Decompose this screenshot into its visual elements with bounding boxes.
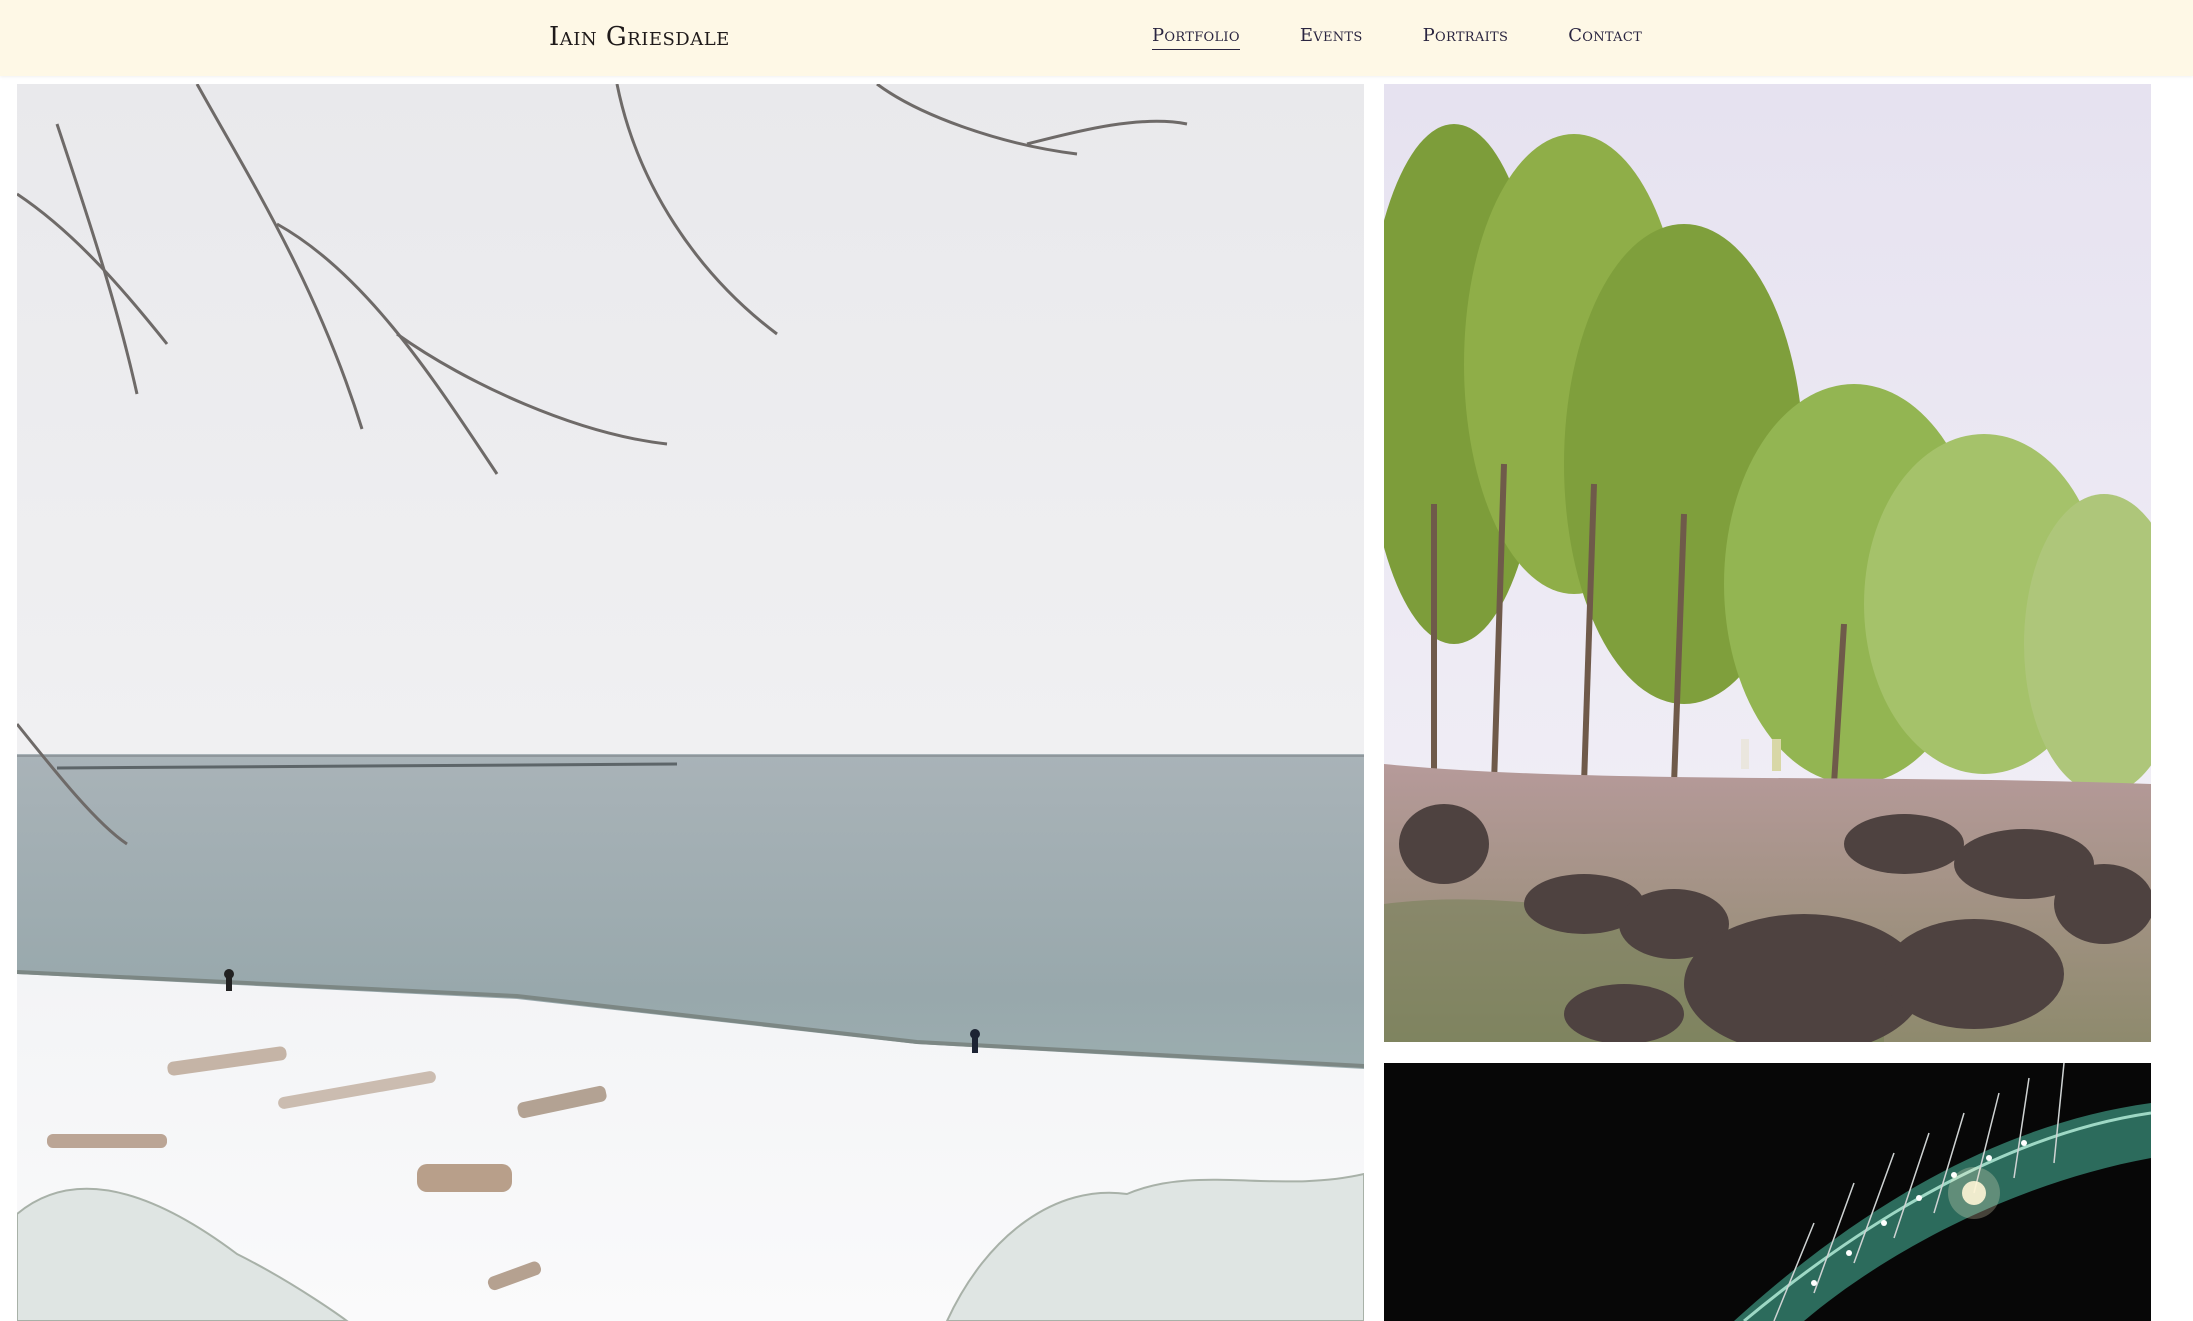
nav-item-portfolio[interactable]: Portfolio bbox=[1152, 25, 1240, 50]
main-nav: Portfolio Events Portraits Contact bbox=[1152, 25, 1642, 50]
nav-item-portraits[interactable]: Portraits bbox=[1423, 25, 1509, 50]
site-title-link[interactable]: Iain Griesdale bbox=[549, 22, 730, 52]
gallery-photo-night-bridge[interactable] bbox=[1384, 1063, 2151, 1321]
nav-item-contact[interactable]: Contact bbox=[1568, 25, 1642, 50]
gallery-photo-snowy-beach[interactable] bbox=[17, 84, 1364, 1321]
gallery-photo-trees-shore[interactable] bbox=[1384, 84, 2151, 1042]
snowy-beach-image bbox=[17, 84, 1364, 1321]
trees-shore-image bbox=[1384, 84, 2151, 1042]
nav-item-events[interactable]: Events bbox=[1300, 25, 1363, 50]
site-header: Iain Griesdale Portfolio Events Portrait… bbox=[0, 0, 2193, 76]
night-bridge-image bbox=[1384, 1063, 2151, 1321]
